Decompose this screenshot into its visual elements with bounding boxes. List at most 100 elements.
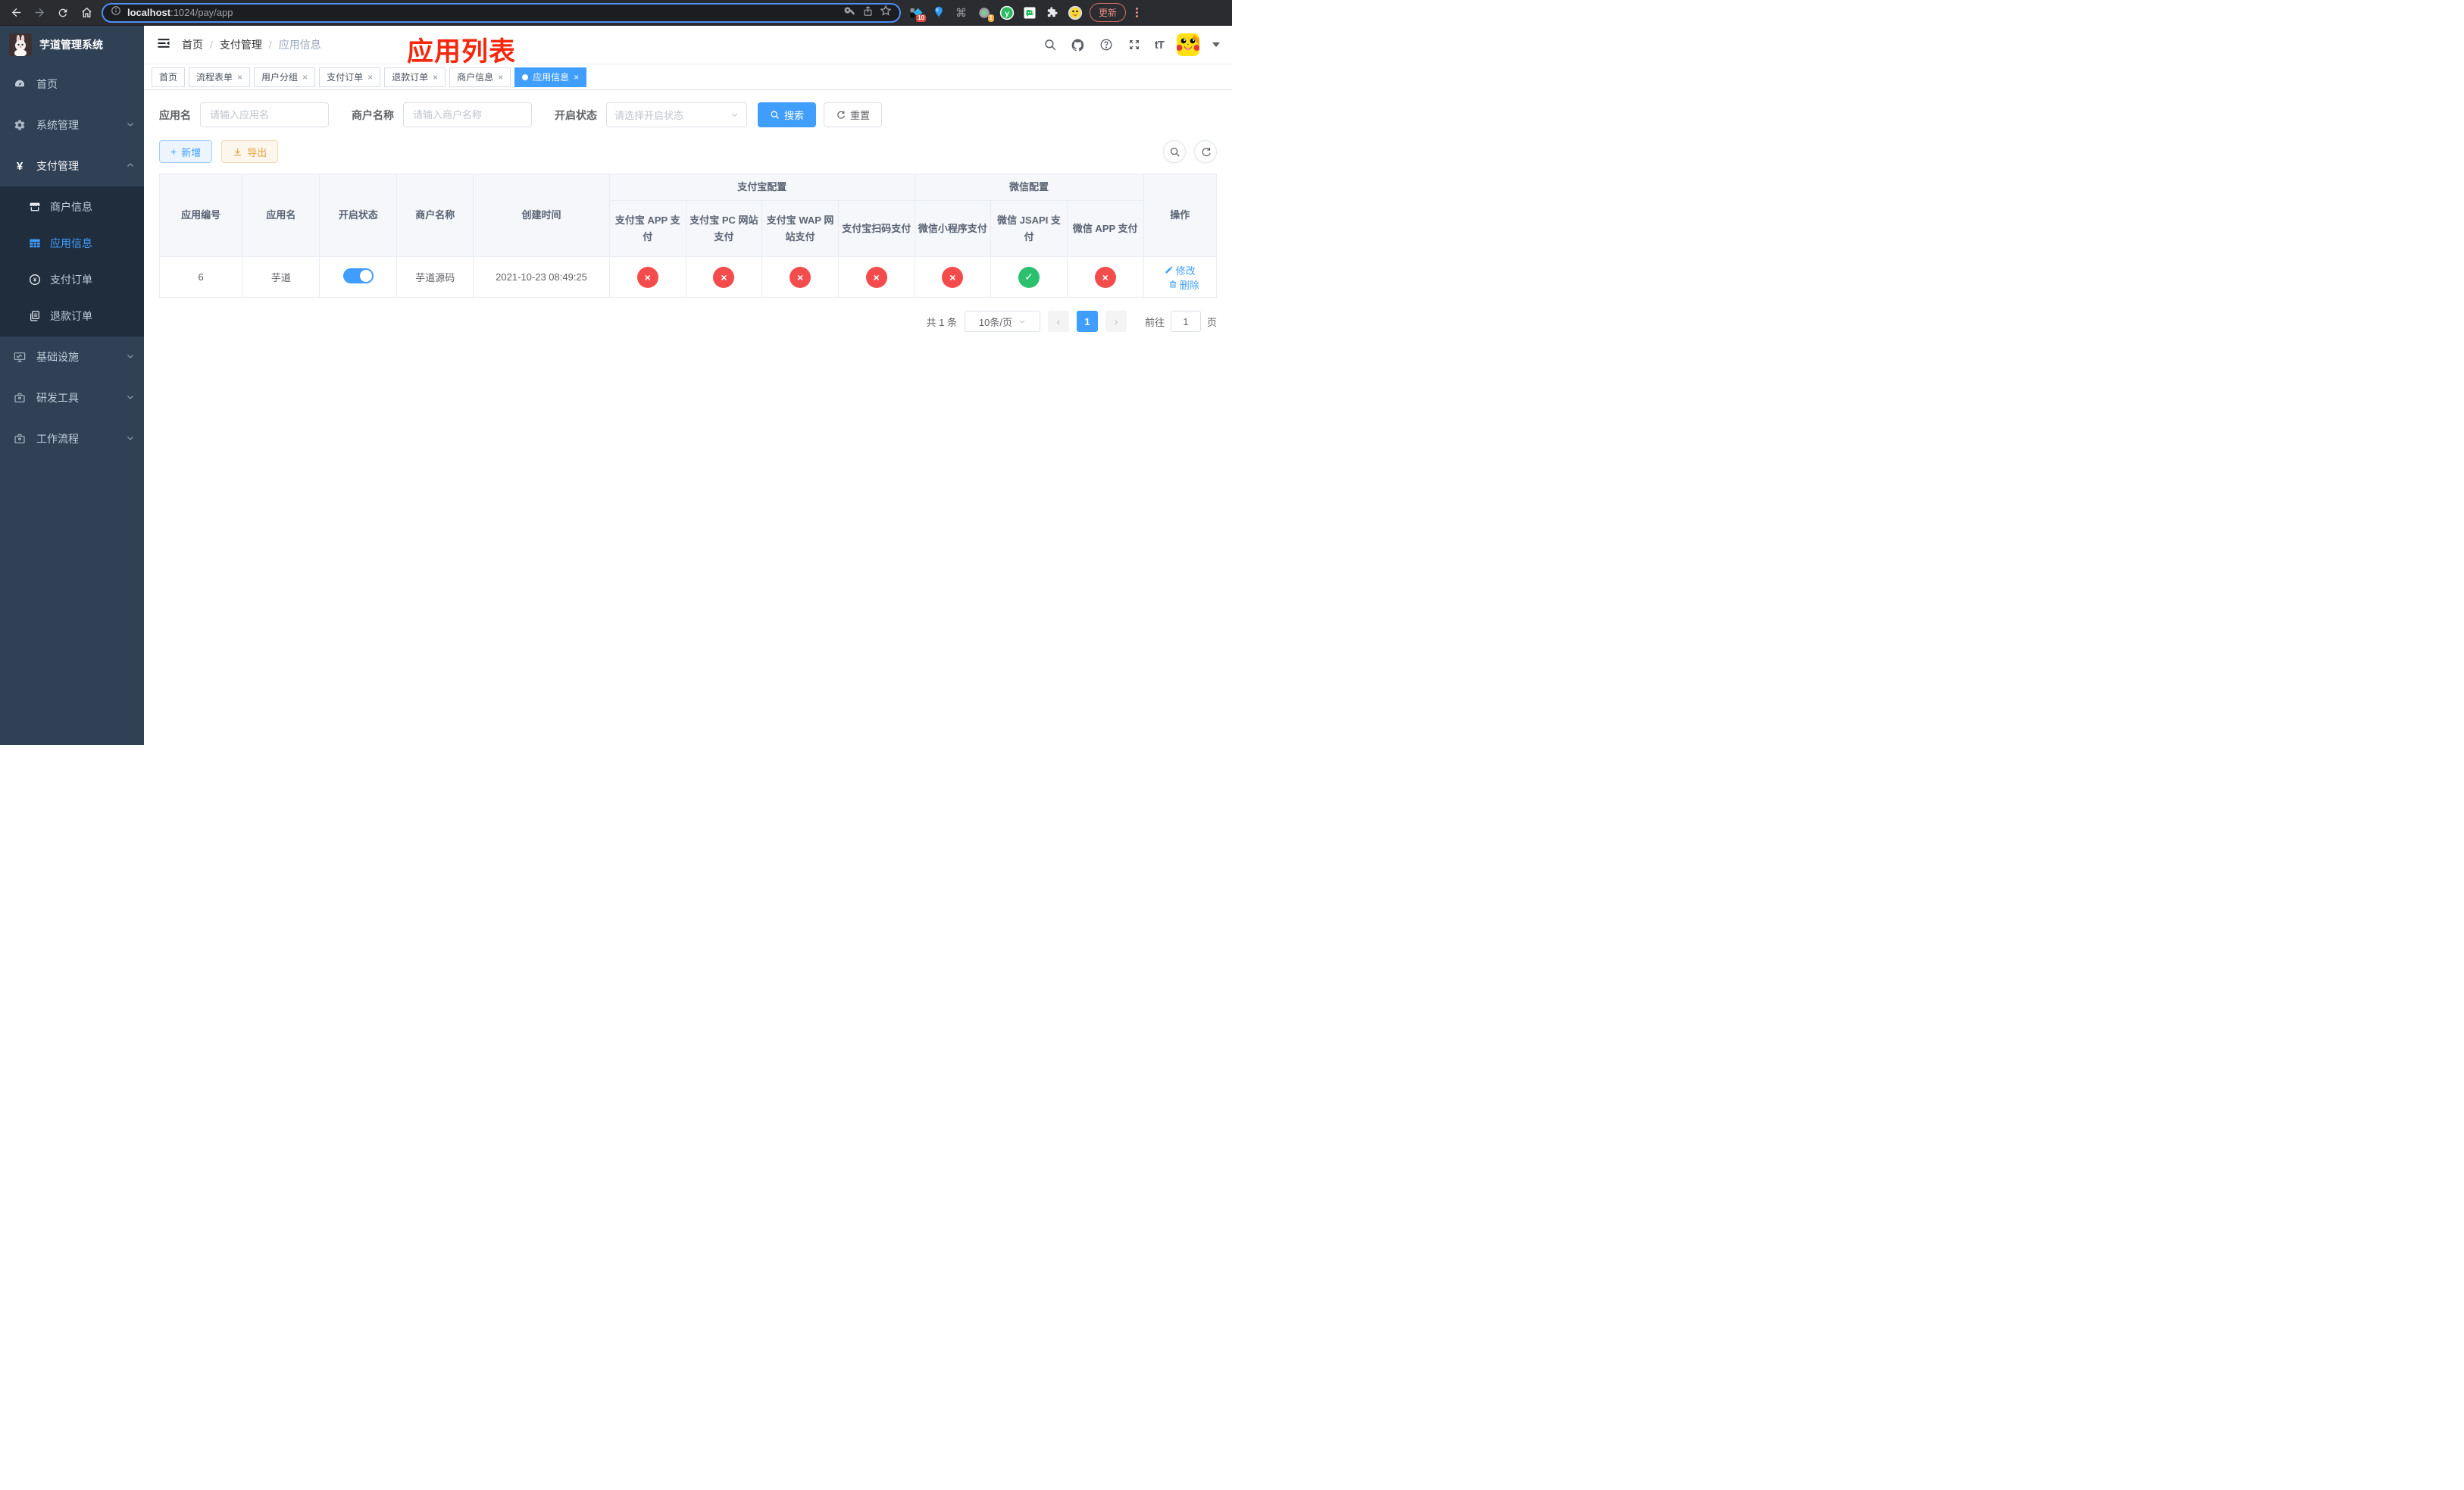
status-cross-badge: ×: [1094, 266, 1116, 288]
extension-recorder-icon[interactable]: 1: [976, 5, 994, 22]
breadcrumb-item[interactable]: 支付管理: [220, 37, 262, 52]
chevron-down-icon: [126, 351, 135, 363]
reset-button[interactable]: 重置: [824, 102, 883, 127]
app-logo-rabbit: [9, 33, 32, 56]
extension-tampermonkey-icon[interactable]: 10: [908, 5, 926, 22]
sidebar-item-payment[interactable]: ¥ 支付管理: [0, 146, 144, 186]
github-icon[interactable]: [1071, 37, 1086, 52]
prev-page-button[interactable]: ‹: [1047, 311, 1069, 333]
site-info-icon[interactable]: [111, 5, 121, 20]
extension-balloon-icon[interactable]: [930, 5, 946, 20]
sidebar-item-app-info[interactable]: 应用信息: [0, 225, 144, 261]
tab-app-info[interactable]: 应用信息 ×: [514, 67, 587, 87]
sidebar-item-merchant-info[interactable]: 商户信息: [0, 189, 144, 225]
breadcrumb-separator: /: [210, 39, 213, 51]
search-icon[interactable]: [1043, 37, 1058, 52]
sidebar-item-label: 首页: [36, 78, 58, 90]
close-icon[interactable]: ×: [367, 73, 373, 82]
sidebar-item-infrastructure[interactable]: 基础设施: [0, 337, 144, 377]
col-group-alipay: 支付宝配置: [608, 173, 915, 202]
page-size-select[interactable]: 10条/页: [964, 311, 1040, 333]
home-icon[interactable]: [78, 5, 95, 21]
sidebar-item-refund-orders[interactable]: 退款订单: [0, 298, 144, 334]
close-icon[interactable]: ×: [498, 73, 503, 82]
close-icon[interactable]: ×: [433, 73, 438, 82]
url-host: localhost: [127, 7, 171, 18]
briefcase-icon: [14, 433, 26, 445]
tab-merchant-info[interactable]: 商户信息 ×: [449, 67, 511, 87]
extension-y-icon[interactable]: y: [999, 5, 1015, 20]
forward-icon[interactable]: [31, 5, 48, 21]
tab-process-form[interactable]: 流程表单 ×: [189, 67, 251, 87]
sidebar-item-system[interactable]: 系统管理: [0, 105, 144, 146]
extension-chat-icon[interactable]: [1021, 5, 1037, 20]
coin-yen-icon: ¥: [29, 274, 41, 286]
plus-icon: +: [170, 146, 177, 158]
browser-update-button[interactable]: 更新: [1090, 3, 1127, 22]
sidebar-item-pay-orders[interactable]: ¥ 支付订单: [0, 261, 144, 298]
browser-toolbar: localhost:1024/pay/app 10 ⌘ 1 y 更新: [0, 0, 1232, 26]
tab-refund-orders[interactable]: 退款订单 ×: [384, 67, 446, 87]
browser-menu-icon[interactable]: [1133, 8, 1141, 17]
current-page-button[interactable]: 1: [1076, 311, 1098, 333]
pagination-total: 共 1 条: [926, 316, 957, 328]
extension-emoji-icon[interactable]: [1067, 5, 1083, 20]
status-toggle[interactable]: [342, 268, 374, 284]
merchant-name-label: 商户名称: [352, 108, 394, 121]
sidebar-item-workflow[interactable]: 工作流程: [0, 418, 144, 459]
col-header-status: 开启状态: [319, 173, 398, 258]
extension-badge: 1: [987, 14, 994, 22]
share-icon[interactable]: [862, 5, 874, 20]
close-icon[interactable]: ×: [574, 73, 579, 82]
url-bar[interactable]: localhost:1024/pay/app: [102, 2, 901, 23]
tab-label: 用户分组: [261, 72, 299, 83]
caret-down-icon[interactable]: [1212, 42, 1220, 47]
reload-icon[interactable]: [55, 5, 71, 21]
close-icon[interactable]: ×: [237, 73, 242, 82]
close-icon[interactable]: ×: [302, 73, 308, 82]
cell-actions: 修改 删除: [1143, 256, 1218, 299]
app-name-input[interactable]: [200, 102, 329, 127]
next-page-button[interactable]: ›: [1105, 311, 1127, 333]
bookmark-star-icon[interactable]: [880, 5, 892, 20]
goto-page-input[interactable]: [1170, 311, 1201, 333]
merchant-name-input[interactable]: [403, 102, 532, 127]
status-select-placeholder: 请选择开启状态: [614, 110, 684, 121]
url-text[interactable]: localhost:1024/pay/app: [127, 7, 233, 18]
download-icon: [234, 148, 242, 155]
search-icon: [771, 111, 779, 119]
tab-user-group[interactable]: 用户分组 ×: [254, 67, 316, 87]
right-toolbar: [1163, 140, 1217, 163]
font-size-icon[interactable]: tT: [1155, 39, 1165, 52]
svg-text:y: y: [1005, 9, 1009, 17]
delete-link[interactable]: 删除: [1168, 277, 1199, 292]
search-button[interactable]: 搜索: [758, 102, 817, 127]
tab-pay-orders[interactable]: 支付订单 ×: [319, 67, 381, 87]
extension-command-icon[interactable]: ⌘: [953, 5, 969, 20]
breadcrumb-item[interactable]: 首页: [182, 37, 203, 52]
sidebar-item-home[interactable]: 首页: [0, 64, 144, 105]
page-size-value: 10条/页: [978, 316, 1012, 328]
col-header-actions: 操作: [1143, 173, 1218, 258]
toggle-search-button[interactable]: [1163, 140, 1186, 163]
refresh-icon: [1202, 147, 1211, 156]
export-button[interactable]: 导出: [221, 140, 279, 163]
chevron-up-icon: [126, 160, 135, 172]
status-select[interactable]: 请选择开启状态: [606, 102, 747, 127]
avatar[interactable]: [1177, 33, 1199, 56]
col-header-wechat-mini: 微信小程序支付: [914, 200, 992, 258]
goto-page: 前往 页: [1145, 311, 1217, 333]
back-icon[interactable]: [8, 5, 24, 21]
refresh-table-button[interactable]: [1194, 140, 1217, 163]
add-button[interactable]: + 新增: [159, 140, 213, 163]
help-icon[interactable]: [1099, 37, 1114, 52]
sidebar-item-dev-tools[interactable]: 研发工具: [0, 377, 144, 418]
table-row: 6 芋道 芋道源码 2021-10-23 08:49:25 × × × × × …: [158, 256, 1218, 299]
tab-home[interactable]: 首页: [152, 67, 186, 87]
edit-link[interactable]: 修改: [1165, 263, 1196, 277]
password-key-icon[interactable]: [844, 5, 856, 20]
sidebar-collapse-icon[interactable]: [156, 36, 171, 55]
extensions-puzzle-icon[interactable]: [1044, 5, 1060, 20]
fullscreen-icon[interactable]: [1127, 37, 1142, 52]
app-logo-row[interactable]: 芋道管理系统: [0, 26, 144, 64]
